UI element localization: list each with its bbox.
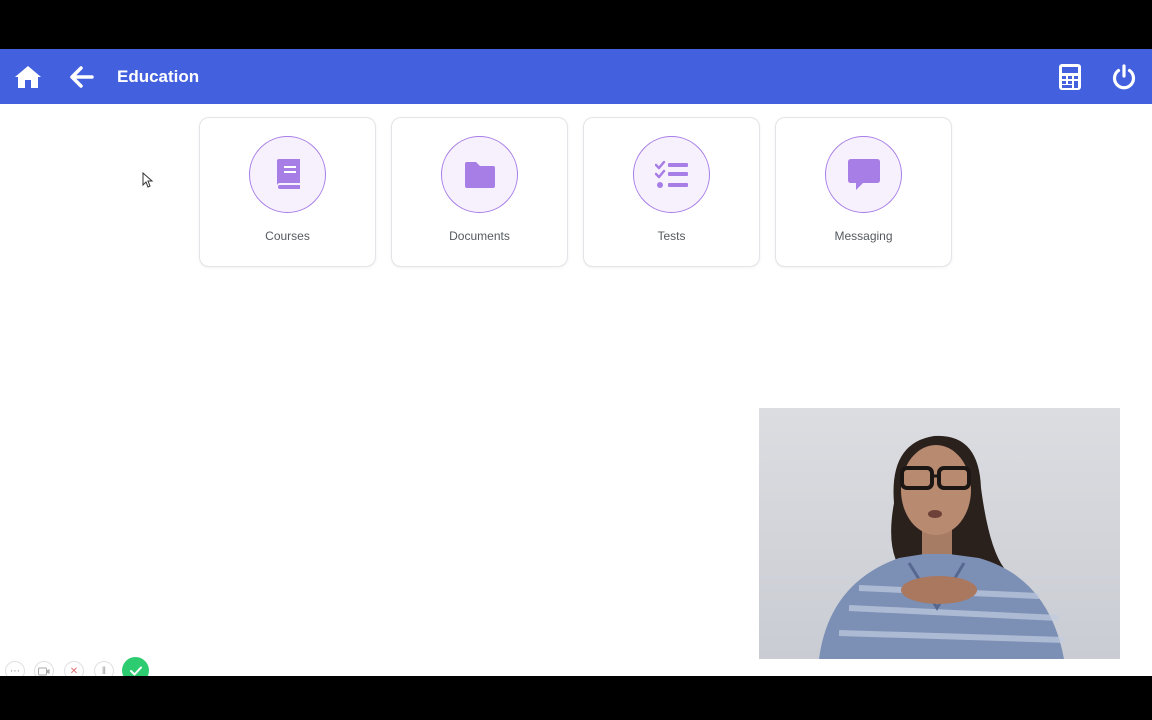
calculator-button[interactable]: [1052, 49, 1088, 104]
courses-icon-circle: [249, 136, 326, 213]
presenter-image: [759, 408, 1120, 659]
tile-label-messaging: Messaging: [834, 229, 893, 243]
book-icon: [276, 158, 300, 189]
power-button[interactable]: [1106, 49, 1142, 104]
tile-courses[interactable]: Courses: [199, 117, 376, 267]
cancel-recording-button[interactable]: ✕: [64, 661, 84, 676]
mouse-cursor-icon: [142, 172, 154, 188]
screen: Education Courses Documents Tests Messag…: [0, 0, 1152, 720]
chat-bubble-icon: [847, 158, 880, 190]
home-icon: [15, 65, 41, 88]
calculator-icon: [1059, 63, 1081, 90]
tile-label-tests: Tests: [657, 229, 686, 243]
folder-icon: [464, 161, 495, 188]
camera-icon: [38, 667, 50, 675]
page-title: Education: [117, 66, 200, 86]
pause-icon: ‖: [101, 665, 107, 677]
presenter-video: [759, 408, 1120, 659]
tile-label-documents: Documents: [449, 229, 510, 243]
tile-messaging[interactable]: Messaging: [775, 117, 952, 267]
messaging-icon-circle: [825, 136, 902, 213]
tile-label-courses: Courses: [265, 229, 310, 243]
recording-toolbar: ⋯ ✕ ‖: [0, 657, 160, 676]
arrow-left-icon: [70, 65, 94, 88]
home-button[interactable]: [8, 49, 48, 104]
back-button[interactable]: [64, 49, 100, 104]
finish-recording-button[interactable]: [122, 657, 149, 676]
tile-tests[interactable]: Tests: [583, 117, 760, 267]
more-options-button[interactable]: ⋯: [5, 661, 25, 676]
camera-toggle-button[interactable]: [34, 661, 54, 676]
app-header: Education: [0, 49, 1152, 104]
pause-recording-button[interactable]: ‖: [94, 661, 114, 676]
tests-icon-circle: [633, 136, 710, 213]
documents-icon-circle: [441, 136, 518, 213]
checklist-icon: [654, 160, 688, 188]
education-tiles: Courses Documents Tests Messaging: [199, 117, 959, 267]
close-icon: ✕: [69, 665, 79, 677]
more-icon: ⋯: [10, 665, 20, 677]
checkmark-icon: [129, 666, 142, 675]
app-window: Education Courses Documents Tests Messag…: [0, 49, 1152, 676]
power-icon: [1112, 63, 1136, 89]
tile-documents[interactable]: Documents: [391, 117, 568, 267]
